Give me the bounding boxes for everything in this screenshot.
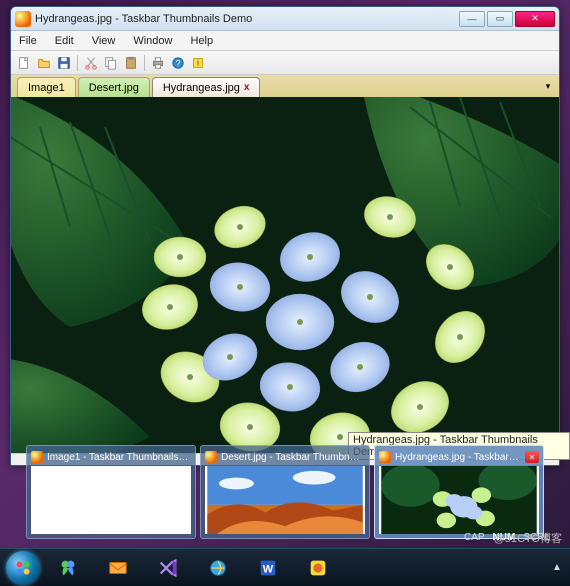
toolbar: ? i	[11, 51, 559, 75]
new-icon[interactable]	[15, 54, 33, 72]
copy-icon[interactable]	[102, 54, 120, 72]
taskbar-thumbnails: Image1 - Taskbar Thumbnails D... Desert.…	[26, 445, 544, 539]
open-icon[interactable]	[35, 54, 53, 72]
print-icon[interactable]	[149, 54, 167, 72]
app-window: Hydrangeas.jpg - Taskbar Thumbnails Demo…	[10, 6, 560, 466]
menu-window[interactable]: Window	[129, 33, 176, 49]
window-controls: — ▭ ✕	[459, 11, 555, 27]
tab-desert[interactable]: Desert.jpg	[78, 77, 150, 97]
help-icon[interactable]: ?	[169, 54, 187, 72]
menu-view[interactable]: View	[88, 33, 120, 49]
taskbar-ie-icon[interactable]	[196, 553, 240, 583]
taskbar-mail-icon[interactable]	[96, 553, 140, 583]
thumbnail-preview	[379, 466, 539, 534]
tab-image1[interactable]: Image1	[17, 77, 76, 97]
thumbnail-preview	[205, 466, 365, 534]
tab-label: Image1	[28, 82, 65, 94]
thumbnail-app-icon	[205, 451, 217, 463]
taskbar-messenger-icon[interactable]	[46, 553, 90, 583]
taskbar-vs-icon[interactable]	[146, 553, 190, 583]
thumbnail-close-icon[interactable]: ✕	[525, 451, 539, 463]
cut-icon[interactable]	[82, 54, 100, 72]
menu-edit[interactable]: Edit	[51, 33, 78, 49]
about-icon[interactable]: i	[189, 54, 207, 72]
thumbnail-app-icon	[379, 451, 391, 463]
toolbar-separator	[144, 55, 145, 71]
thumbnail-app-icon	[31, 451, 43, 463]
svg-text:i: i	[197, 58, 199, 67]
app-icon	[15, 11, 31, 27]
thumbnail-image1[interactable]: Image1 - Taskbar Thumbnails D...	[26, 445, 196, 539]
thumbnail-title: Hydrangeas.jpg - Taskbar T...	[395, 452, 521, 463]
svg-text:W: W	[263, 563, 274, 575]
taskbar: W ▲	[0, 548, 570, 586]
paste-icon[interactable]	[122, 54, 140, 72]
hydrangea-image	[11, 97, 559, 453]
tray-show-hidden-icon[interactable]: ▲	[550, 556, 564, 580]
window-title: Hydrangeas.jpg - Taskbar Thumbnails Demo	[35, 13, 459, 25]
thumbnail-title: Desert.jpg - Taskbar Thumbnail...	[221, 452, 365, 463]
titlebar[interactable]: Hydrangeas.jpg - Taskbar Thumbnails Demo…	[11, 7, 559, 31]
thumbnail-preview	[31, 466, 191, 534]
watermark: @51CTO博客	[494, 530, 562, 546]
tab-label: Hydrangeas.jpg	[163, 82, 240, 94]
tab-dropdown-icon[interactable]: ▾	[541, 79, 555, 93]
menubar: File Edit View Window Help	[11, 31, 559, 51]
taskbar-app-icon[interactable]	[296, 553, 340, 583]
menu-file[interactable]: File	[15, 33, 41, 49]
thumbnail-title: Image1 - Taskbar Thumbnails D...	[47, 452, 191, 463]
thumbnail-desert[interactable]: Desert.jpg - Taskbar Thumbnail...	[200, 445, 370, 539]
tabbar: Image1 Desert.jpg Hydrangeas.jpg x ▾	[11, 75, 559, 97]
start-button[interactable]	[6, 551, 40, 585]
minimize-button[interactable]: —	[459, 11, 485, 27]
tab-hydrangeas[interactable]: Hydrangeas.jpg x	[152, 77, 261, 97]
svg-text:?: ?	[176, 58, 181, 68]
tab-close-icon[interactable]: x	[244, 82, 250, 93]
caps-indicator: CAP	[464, 532, 485, 543]
content-area	[11, 97, 559, 453]
toolbar-separator	[77, 55, 78, 71]
menu-help[interactable]: Help	[186, 33, 217, 49]
tab-label: Desert.jpg	[89, 82, 139, 94]
thumbnail-hydrangeas[interactable]: Hydrangeas.jpg - Taskbar T... ✕	[374, 445, 544, 539]
system-tray: ▲	[550, 556, 564, 580]
maximize-button[interactable]: ▭	[487, 11, 513, 27]
save-icon[interactable]	[55, 54, 73, 72]
close-button[interactable]: ✕	[515, 11, 555, 27]
taskbar-word-icon[interactable]: W	[246, 553, 290, 583]
